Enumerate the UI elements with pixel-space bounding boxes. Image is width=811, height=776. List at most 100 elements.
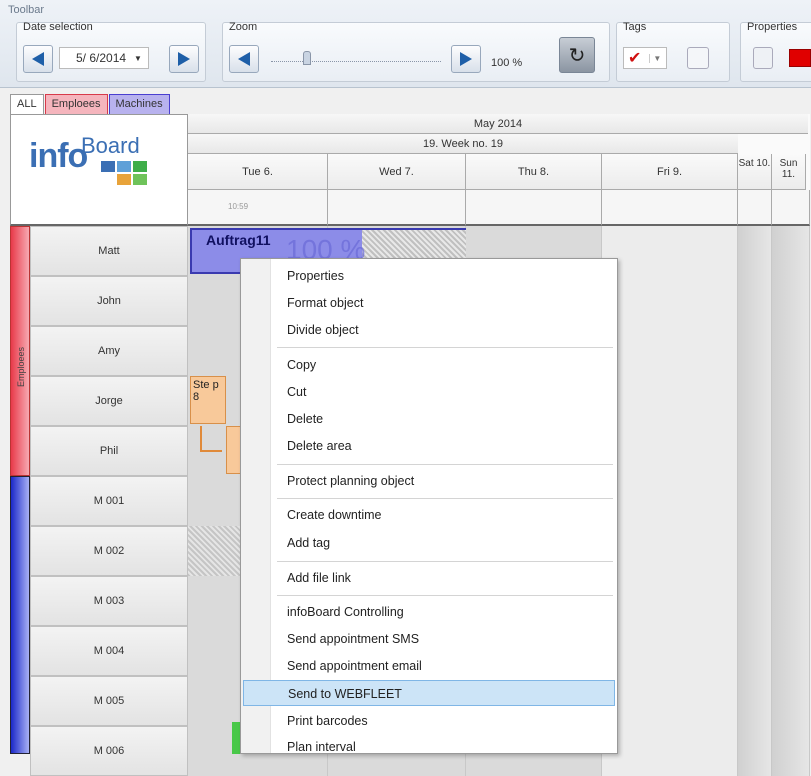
row-label[interactable]: Jorge (30, 376, 188, 426)
grid-cell[interactable] (738, 276, 772, 326)
grid-cell[interactable] (738, 376, 772, 426)
properties-group: Properties (740, 21, 811, 82)
zoom-label: Zoom (229, 21, 258, 33)
row-label[interactable]: M 005 (30, 676, 188, 726)
zoom-value: 100 % (491, 57, 523, 69)
menu-item-protect-planning-object[interactable]: Protect planning object (243, 468, 615, 494)
menu-item-print-barcodes[interactable]: Print barcodes (243, 708, 615, 734)
time-cell (602, 190, 738, 226)
menu-item-send-appointment-sms[interactable]: Send appointment SMS (243, 626, 615, 652)
zoom-slider-thumb[interactable] (303, 51, 311, 65)
grid-cell[interactable] (772, 376, 810, 426)
day-header[interactable]: Wed 7. (328, 154, 466, 190)
grid-cell[interactable] (738, 576, 772, 626)
grid-cell[interactable] (738, 476, 772, 526)
menu-item-cut[interactable]: Cut (243, 379, 615, 405)
row-label[interactable]: Amy (30, 326, 188, 376)
tab-employees[interactable]: Emploees (44, 94, 108, 114)
menu-item-create-downtime[interactable]: Create downtime (243, 502, 615, 528)
grid-cell[interactable] (602, 676, 738, 726)
tags-group: Tags ✔ ▼ (616, 21, 730, 82)
menu-item-properties[interactable]: Properties (243, 263, 615, 289)
refresh-button[interactable]: ↻ (559, 37, 595, 73)
zoom-out-button[interactable] (229, 45, 259, 73)
grid-cell[interactable] (772, 626, 810, 676)
employees-group-strip[interactable]: Emploees (10, 226, 30, 476)
grid-cell[interactable] (772, 226, 810, 276)
zoom-slider-track[interactable] (271, 61, 441, 63)
menu-item-add-file-link[interactable]: Add file link (243, 565, 615, 591)
grid-cell[interactable] (602, 226, 738, 276)
grid-cell[interactable] (772, 426, 810, 476)
grid-cell[interactable] (602, 526, 738, 576)
menu-item-delete[interactable]: Delete (243, 406, 615, 432)
menu-item-copy[interactable]: Copy (243, 352, 615, 378)
row-label[interactable]: M 004 (30, 626, 188, 676)
time-cell (466, 190, 602, 226)
menu-item-format-object[interactable]: Format object (243, 290, 615, 316)
context-menu: Properties Format object Divide object C… (240, 258, 618, 754)
date-picker[interactable]: 5/ 6/2014 ▼ (59, 47, 149, 69)
arrow-left-icon (32, 52, 44, 66)
grid-cell[interactable] (772, 676, 810, 726)
task-title: Auftrag11 (206, 232, 271, 248)
day-header[interactable]: Thu 8. (466, 154, 602, 190)
properties-label: Properties (747, 21, 798, 33)
refresh-icon: ↻ (568, 44, 586, 67)
day-header[interactable]: Sun 11. (772, 154, 806, 190)
grid-cell[interactable] (602, 426, 738, 476)
grid-cell[interactable] (602, 276, 738, 326)
row-label[interactable]: M 003 (30, 576, 188, 626)
zoom-in-button[interactable] (451, 45, 481, 73)
row-label[interactable]: Matt (30, 226, 188, 276)
menu-item-delete-area[interactable]: Delete area (243, 433, 615, 459)
grid-cell[interactable] (772, 726, 810, 776)
menu-item-infoboard-controlling[interactable]: infoBoard Controlling (243, 599, 615, 625)
menu-item-send-to-webfleet[interactable]: Send to WEBFLEET (243, 680, 615, 706)
tag-select[interactable]: ✔ ▼ (623, 47, 667, 69)
day-header[interactable]: Fri 9. (602, 154, 738, 190)
grid-cell[interactable] (772, 576, 810, 626)
grid-cell[interactable] (602, 376, 738, 426)
toolbar-title: Toolbar (8, 4, 45, 16)
zoom-group: Zoom 100 % ↻ (222, 21, 610, 82)
machines-group-strip[interactable] (10, 476, 30, 754)
color-button[interactable] (789, 49, 811, 67)
grid-cell[interactable] (738, 626, 772, 676)
grid-cell[interactable] (772, 526, 810, 576)
menu-item-add-tag[interactable]: Add tag (243, 530, 615, 556)
grid-cell[interactable] (602, 326, 738, 376)
next-date-button[interactable] (169, 45, 199, 73)
planning-object-green[interactable] (232, 722, 240, 754)
grid-cell[interactable] (738, 726, 772, 776)
grid-cell[interactable] (602, 576, 738, 626)
grid-cell[interactable] (738, 226, 772, 276)
tag-button[interactable] (687, 47, 709, 69)
row-label[interactable]: M 002 (30, 526, 188, 576)
planning-object-step[interactable]: Ste p 8 (190, 376, 226, 424)
menu-item-plan-interval[interactable]: Plan interval (243, 734, 615, 760)
grid-cell[interactable] (772, 276, 810, 326)
previous-date-button[interactable] (23, 45, 53, 73)
grid-cell[interactable] (738, 676, 772, 726)
grid-cell[interactable] (772, 476, 810, 526)
row-label[interactable]: M 006 (30, 726, 188, 776)
grid-cell[interactable] (602, 626, 738, 676)
row-label[interactable]: M 001 (30, 476, 188, 526)
row-label[interactable]: Phil (30, 426, 188, 476)
properties-button[interactable] (753, 47, 773, 69)
tab-all[interactable]: ALL (10, 94, 44, 114)
grid-cell[interactable] (602, 476, 738, 526)
day-header[interactable]: Sat 10. (738, 154, 772, 190)
day-header[interactable]: Tue 6. (188, 154, 328, 190)
tags-label: Tags (623, 21, 647, 33)
menu-item-send-appointment-email[interactable]: Send appointment email (243, 653, 615, 679)
row-label[interactable]: John (30, 276, 188, 326)
grid-cell[interactable] (738, 526, 772, 576)
grid-cell[interactable] (772, 326, 810, 376)
grid-cell[interactable] (738, 326, 772, 376)
tab-machines[interactable]: Machines (108, 94, 170, 114)
grid-cell[interactable] (738, 426, 772, 476)
menu-item-divide-object[interactable]: Divide object (243, 317, 615, 343)
grid-cell[interactable] (602, 726, 738, 776)
